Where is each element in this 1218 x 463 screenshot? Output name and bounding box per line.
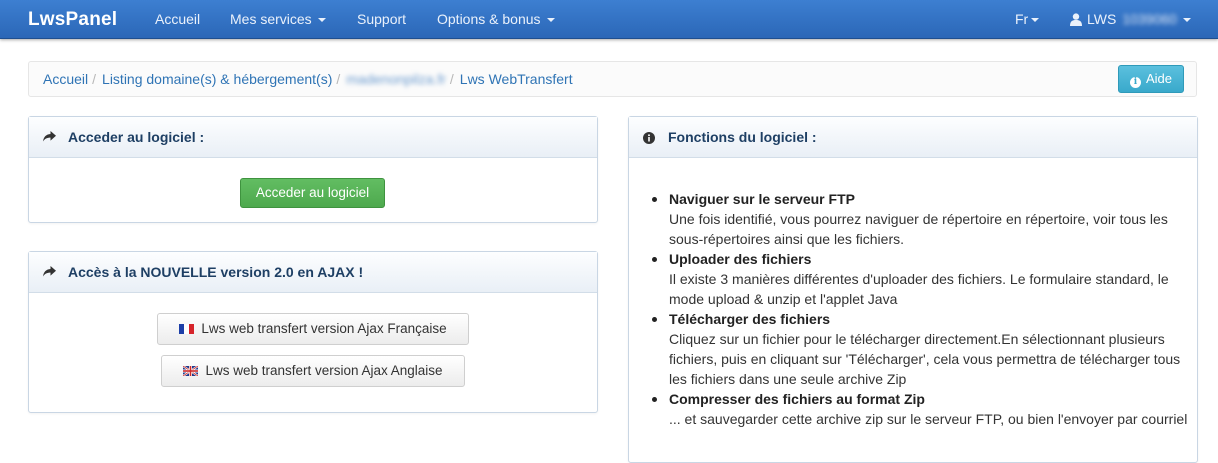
function-description: ... et sauvegarder cette archive zip sur…: [669, 411, 1188, 427]
panel-title: Accès à la NOUVELLE version 2.0 en AJAX …: [68, 264, 364, 280]
ajax-version-panel: Accès à la NOUVELLE version 2.0 en AJAX …: [28, 251, 598, 413]
language-label: Fr: [1015, 11, 1029, 27]
panel-header: Acceder au logiciel :: [29, 117, 597, 158]
panel-title: Acceder au logiciel :: [68, 129, 205, 145]
nav-item-label: Options & bonus: [437, 11, 541, 27]
user-id-blurred: 1039060: [1122, 11, 1177, 27]
breadcrumb-item-accueil[interactable]: Accueil: [43, 71, 88, 87]
flag-uk-icon: [183, 366, 199, 376]
panel-title: Fonctions du logiciel :: [668, 129, 817, 145]
ajax-french-button[interactable]: Lws web transfert version Ajax Française: [157, 313, 469, 345]
help-label: Aide: [1145, 71, 1172, 86]
flag-fr-icon: [179, 324, 195, 334]
caret-down-icon: [317, 18, 326, 23]
help-button[interactable]: i Aide: [1117, 65, 1184, 93]
functions-list: Naviguer sur le serveur FTP Une fois ide…: [652, 189, 1189, 429]
nav-item-options-bonus[interactable]: Options & bonus: [437, 11, 555, 27]
nav-item-support[interactable]: Support: [357, 11, 406, 27]
function-title: Télécharger des fichiers: [669, 311, 831, 327]
language-dropdown[interactable]: Fr: [1015, 11, 1040, 27]
functions-panel: Fonctions du logiciel : Naviguer sur le …: [628, 116, 1198, 463]
breadcrumb-item-domain[interactable]: madenonpilza.fr: [346, 71, 446, 87]
top-navbar: LwsPanel Accueil Mes services Support Op…: [0, 0, 1218, 39]
panel-header: Fonctions du logiciel :: [629, 117, 1197, 158]
breadcrumb-separator: /: [336, 71, 341, 87]
function-title: Naviguer sur le serveur FTP: [669, 191, 855, 207]
caret-down-icon: [1182, 18, 1191, 23]
list-item: Naviguer sur le serveur FTP Une fois ide…: [652, 189, 1189, 249]
function-description: Cliquez sur un fichier pour le télécharg…: [669, 331, 1181, 387]
share-arrow-icon: [43, 131, 56, 142]
list-item: Uploader des fichiers Il existe 3 manièr…: [652, 249, 1189, 309]
breadcrumb-item-listing[interactable]: Listing domaine(s) & hébergement(s): [102, 71, 332, 87]
button-label: Lws web transfert version Ajax Anglaise: [205, 363, 443, 378]
function-description: Une fois identifié, vous pourrez navigue…: [669, 211, 1168, 247]
breadcrumb-separator: /: [449, 71, 454, 87]
user-icon: [1070, 13, 1082, 26]
info-icon: i: [1129, 77, 1141, 88]
breadcrumb-item-current[interactable]: Lws WebTransfert: [460, 71, 573, 87]
user-prefix: LWS: [1087, 11, 1117, 27]
list-item: Compresser des fichiers au format Zip ..…: [652, 389, 1189, 429]
breadcrumb: Accueil / Listing domaine(s) & hébergement…: [28, 61, 1197, 97]
info-circle-icon: [643, 132, 655, 144]
panel-header: Accès à la NOUVELLE version 2.0 en AJAX …: [29, 252, 597, 293]
function-title: Uploader des fichiers: [669, 251, 812, 267]
brand-logo[interactable]: LwsPanel: [28, 9, 117, 31]
user-dropdown[interactable]: LWS 1039060: [1070, 11, 1191, 27]
access-software-button[interactable]: Acceder au logiciel: [240, 178, 385, 208]
breadcrumb-separator: /: [92, 71, 97, 87]
caret-down-icon: [1031, 18, 1040, 23]
nav-item-label: Mes services: [230, 11, 312, 27]
function-description: Il existe 3 manières différentes d'uploa…: [669, 271, 1169, 307]
caret-down-icon: [546, 18, 555, 23]
nav-item-mes-services[interactable]: Mes services: [230, 11, 326, 27]
share-arrow-icon: [43, 266, 56, 277]
function-title: Compresser des fichiers au format Zip: [669, 391, 925, 407]
button-label: Lws web transfert version Ajax Française: [201, 321, 447, 336]
ajax-english-button[interactable]: Lws web transfert version Ajax Anglaise: [161, 355, 465, 387]
list-item: Télécharger des fichiers Cliquez sur un …: [652, 309, 1189, 389]
nav-item-accueil[interactable]: Accueil: [155, 11, 200, 27]
access-panel: Acceder au logiciel : Acceder au logicie…: [28, 116, 598, 223]
